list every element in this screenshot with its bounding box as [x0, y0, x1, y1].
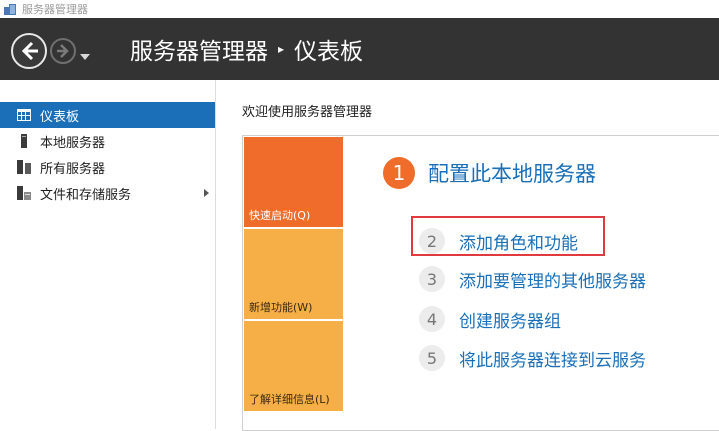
step-number: 5 — [419, 345, 445, 371]
step-link[interactable]: 添加要管理的其他服务器 — [459, 267, 646, 292]
step-number: 3 — [419, 266, 445, 292]
tile-quick-start[interactable]: 快速启动(Q) — [244, 137, 343, 227]
back-button[interactable] — [11, 33, 47, 69]
step-number: 1 — [383, 157, 415, 189]
tile-whats-new[interactable]: 新增功能(W) — [244, 229, 343, 319]
server-icon — [16, 133, 32, 149]
step-create-server-group[interactable]: 4 创建服务器组 — [419, 306, 561, 332]
forward-button[interactable] — [50, 38, 76, 64]
arrow-right-icon — [57, 44, 69, 58]
chevron-down-icon — [80, 54, 90, 60]
step-add-servers[interactable]: 3 添加要管理的其他服务器 — [419, 266, 646, 292]
sidebar: 仪表板 本地服务器 所有服务器 文件和存储服务 — [0, 80, 216, 429]
sidebar-item-dashboard[interactable]: 仪表板 — [0, 102, 215, 128]
dashboard-icon — [16, 107, 32, 123]
sidebar-item-label: 所有服务器 — [40, 161, 106, 177]
servers-icon — [16, 159, 32, 175]
tile-label: 新增功能(W) — [249, 301, 313, 314]
sidebar-item-all-servers[interactable]: 所有服务器 — [0, 154, 215, 180]
sidebar-item-label: 文件和存储服务 — [40, 187, 132, 203]
main-content: 欢迎使用服务器管理器 快速启动(Q) 新增功能(W) 了解详细信息(L) 1 配… — [217, 80, 719, 431]
sidebar-item-label: 仪表板 — [40, 109, 80, 125]
step-link[interactable]: 将此服务器连接到云服务 — [459, 346, 646, 371]
breadcrumb-current: 仪表板 — [294, 39, 364, 65]
history-dropdown-button[interactable] — [80, 46, 90, 60]
quick-start-panel: 快速启动(Q) 新增功能(W) 了解详细信息(L) 1 配置此本地服务器 2 添… — [242, 135, 719, 431]
sidebar-item-label: 本地服务器 — [40, 135, 106, 151]
welcome-heading: 欢迎使用服务器管理器 — [242, 105, 373, 120]
arrow-left-icon — [21, 41, 38, 61]
tile-label: 快速启动(Q) — [249, 209, 311, 222]
chevron-right-icon[interactable] — [204, 189, 209, 197]
tile-learn-more[interactable]: 了解详细信息(L) — [244, 321, 343, 411]
step-configure-local-server[interactable]: 1 配置此本地服务器 — [383, 157, 596, 189]
window-title: 服务器管理器 — [22, 3, 88, 16]
server-manager-app-icon — [4, 3, 16, 15]
step-connect-cloud[interactable]: 5 将此服务器连接到云服务 — [419, 345, 646, 371]
step-link[interactable]: 添加角色和功能 — [459, 229, 578, 254]
sidebar-item-file-storage[interactable]: 文件和存储服务 — [0, 180, 215, 206]
breadcrumb-separator: ▸ — [278, 42, 285, 56]
tile-label: 了解详细信息(L) — [249, 393, 330, 406]
breadcrumb-root[interactable]: 服务器管理器 — [130, 32, 268, 66]
step-link[interactable]: 配置此本地服务器 — [428, 158, 596, 188]
breadcrumb: 服务器管理器 ▸ 仪表板 — [130, 32, 363, 66]
header-bar: 服务器管理器 ▸ 仪表板 — [0, 18, 719, 80]
step-number: 4 — [419, 306, 445, 332]
storage-icon — [16, 185, 32, 201]
title-bar: 服务器管理器 — [0, 0, 719, 18]
step-number: 2 — [419, 228, 445, 254]
step-link[interactable]: 创建服务器组 — [459, 307, 561, 332]
step-add-roles-features[interactable]: 2 添加角色和功能 — [419, 228, 578, 254]
sidebar-item-local-server[interactable]: 本地服务器 — [0, 128, 215, 154]
